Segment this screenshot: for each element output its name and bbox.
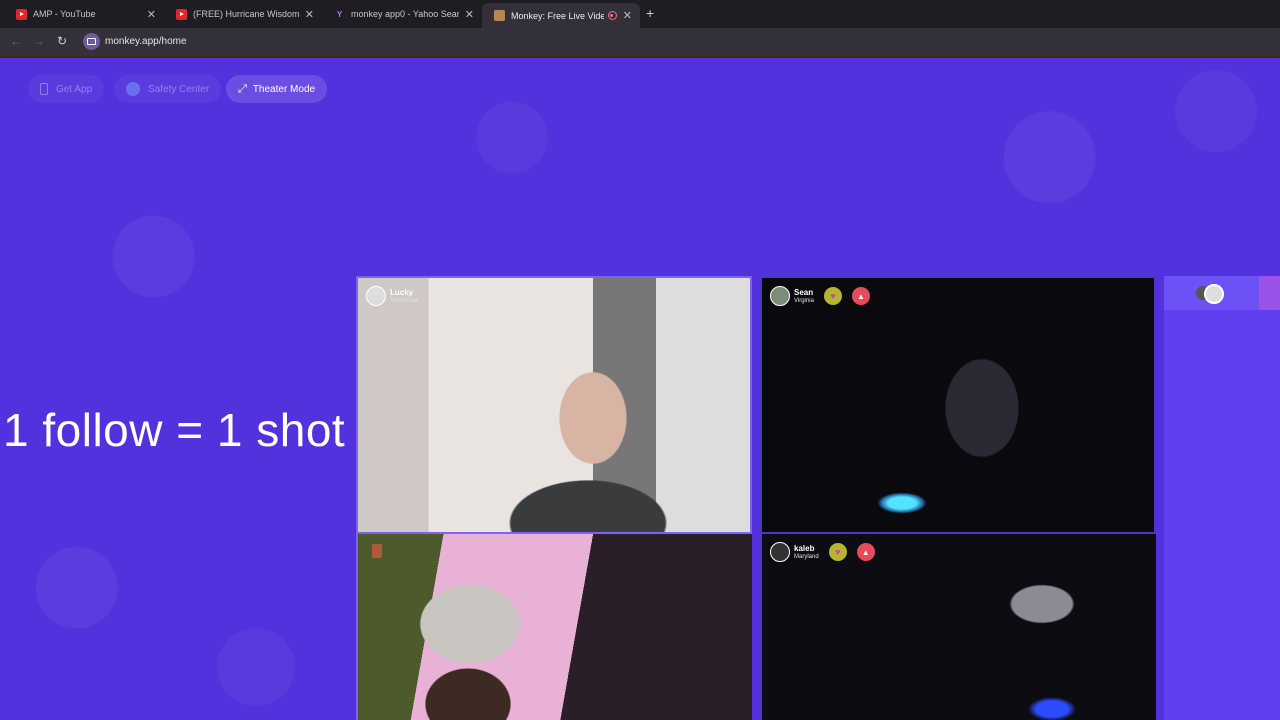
monkey-icon bbox=[494, 10, 505, 21]
tab-yahoo-search[interactable]: Y monkey app0 - Yahoo Search R ✕ bbox=[322, 3, 482, 25]
get-app-button[interactable]: Get App bbox=[28, 75, 105, 103]
user-location: Virginia bbox=[794, 297, 814, 304]
user-name: kaleb bbox=[794, 543, 815, 553]
user-location: Maryland bbox=[794, 553, 819, 560]
user-tag: Lucky Tennessee bbox=[366, 286, 419, 306]
get-app-label: Get App bbox=[56, 83, 93, 95]
browser-window: AMP - YouTube ✕ (FREE) Hurricane Wisdom … bbox=[0, 0, 1280, 720]
heart-badge-icon: ♥ bbox=[828, 543, 847, 561]
badge-icon bbox=[372, 544, 382, 558]
user-tag: Sean Virginia ♥ ▲ bbox=[770, 286, 870, 306]
tab-strip: AMP - YouTube ✕ (FREE) Hurricane Wisdom … bbox=[0, 0, 1280, 28]
shield-icon bbox=[126, 82, 140, 96]
user-name: Sean bbox=[794, 287, 814, 297]
forward-arrow-icon[interactable]: → bbox=[33, 34, 45, 48]
avatar bbox=[770, 542, 790, 562]
phone-icon bbox=[40, 83, 48, 95]
avatar bbox=[1204, 284, 1224, 304]
video-tile-unnamed[interactable] bbox=[356, 534, 752, 720]
heart-badge-icon: ♥ bbox=[823, 287, 842, 305]
video-tile-kaleb[interactable]: kaleb Maryland ♥ ▲ bbox=[760, 534, 1156, 720]
side-panel bbox=[1164, 276, 1280, 720]
reload-icon[interactable]: ↻ bbox=[57, 34, 67, 48]
tab-amp-youtube[interactable]: AMP - YouTube ✕ bbox=[4, 3, 164, 25]
tab-title: AMP - YouTube bbox=[33, 9, 96, 19]
back-arrow-icon[interactable]: ← bbox=[10, 34, 22, 48]
tab-title: monkey app0 - Yahoo Search R bbox=[351, 9, 459, 19]
tab-monkey[interactable]: Monkey: Free Live Video C ✕ bbox=[482, 3, 640, 28]
new-tab-button[interactable]: + bbox=[646, 5, 654, 21]
video-tile-sean[interactable]: Sean Virginia ♥ ▲ bbox=[760, 276, 1156, 534]
youtube-icon bbox=[16, 8, 27, 20]
user-location: Tennessee bbox=[390, 297, 420, 304]
side-panel-accent bbox=[1259, 276, 1280, 310]
recording-icon bbox=[607, 11, 617, 20]
close-icon[interactable]: ✕ bbox=[147, 8, 156, 21]
avatar bbox=[770, 286, 790, 306]
site-info-icon[interactable] bbox=[83, 33, 100, 50]
safety-center-button[interactable]: Safety Center bbox=[114, 75, 222, 103]
user-name: Lucky bbox=[390, 287, 414, 297]
tab-title: (FREE) Hurricane Wisdom Type bbox=[193, 9, 299, 19]
avatar bbox=[366, 286, 386, 306]
tab-hurricane-wisdom[interactable]: (FREE) Hurricane Wisdom Type ✕ bbox=[164, 3, 322, 25]
party-hat-badge-icon: ▲ bbox=[851, 287, 870, 305]
close-icon[interactable]: ✕ bbox=[623, 9, 632, 22]
safety-center-label: Safety Center bbox=[148, 83, 210, 95]
stream-overlay-text: 1 follow = 1 shot bbox=[3, 404, 346, 456]
user-tag: kaleb Maryland ♥ ▲ bbox=[770, 542, 875, 562]
expand-icon: ⤢ bbox=[238, 82, 247, 95]
yahoo-icon: Y bbox=[336, 9, 343, 19]
address-bar: ← → ↻ monkey.app/home bbox=[0, 28, 1280, 56]
video-tile-lucky[interactable]: Lucky Tennessee bbox=[356, 276, 752, 534]
youtube-icon bbox=[176, 8, 187, 20]
monkey-page: Get App Safety Center ⤢ Theater Mode 1 f… bbox=[0, 58, 1280, 720]
theater-mode-label: Theater Mode bbox=[252, 83, 316, 95]
theater-mode-button[interactable]: ⤢ Theater Mode bbox=[226, 75, 328, 103]
url-field[interactable]: monkey.app/home bbox=[105, 36, 187, 47]
tab-title: Monkey: Free Live Video C bbox=[511, 10, 604, 21]
party-hat-badge-icon: ▲ bbox=[856, 543, 875, 561]
close-icon[interactable]: ✕ bbox=[465, 8, 474, 21]
close-icon[interactable]: ✕ bbox=[305, 8, 314, 21]
